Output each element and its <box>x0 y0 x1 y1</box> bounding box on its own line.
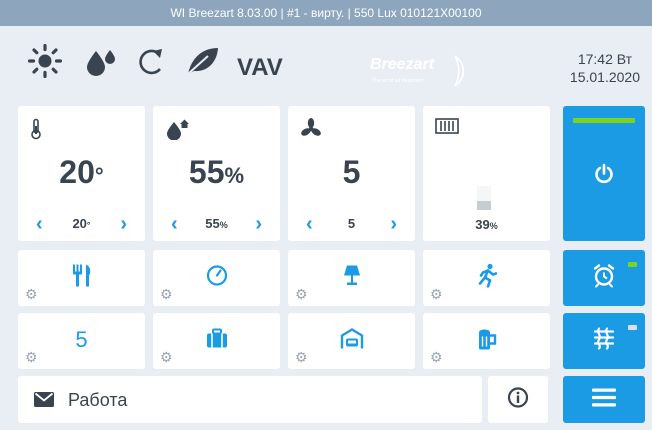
info-icon <box>507 386 529 413</box>
gear-icon[interactable]: ⚙ <box>295 287 308 301</box>
logo-tagline: The art of air treatment <box>372 78 423 84</box>
status-message-bar[interactable]: Работа <box>18 376 482 423</box>
vav-button[interactable]: VAV <box>237 54 283 82</box>
scene-tile-restaurant[interactable]: ⚙ <box>18 250 145 306</box>
beer-icon <box>476 327 498 356</box>
top-bar: VAV Breezart The art of air treatment 17… <box>0 26 652 104</box>
clock-time: 17:42 Вт <box>577 51 633 67</box>
lamp-icon <box>343 265 361 292</box>
scene-tile-speed[interactable]: 5 ⚙ <box>18 313 145 369</box>
power-button[interactable] <box>563 106 645 241</box>
filter-level-bar <box>477 186 491 210</box>
menu-button[interactable] <box>563 376 645 423</box>
gear-icon[interactable]: ⚙ <box>295 350 308 364</box>
humidity-card[interactable]: 55% ‹ 55% › <box>153 106 280 241</box>
gear-icon[interactable]: ⚙ <box>25 287 38 301</box>
clock-date: 15.01.2020 <box>569 69 640 85</box>
scene-tile-beer[interactable]: ⚙ <box>423 313 550 369</box>
brand-logo: Breezart The art of air treatment <box>370 54 480 90</box>
restaurant-icon <box>71 264 93 293</box>
running-icon <box>477 263 497 293</box>
filter-card[interactable]: 39% <box>423 106 550 241</box>
scene-tile-lamp[interactable]: ⚙ <box>288 250 415 306</box>
temperature-card[interactable]: 20° ‹ 20° › <box>18 106 145 241</box>
filter-icon <box>435 118 459 139</box>
fan-icon <box>300 118 322 145</box>
humidity-home-icon <box>165 118 189 145</box>
logo-text: Breezart <box>370 56 435 73</box>
info-button[interactable] <box>488 376 548 423</box>
mode-button[interactable] <box>563 313 645 369</box>
menu-icon <box>592 387 616 412</box>
fan-speed-stepper[interactable]: ‹ 5 › <box>288 214 415 234</box>
mode-indicator <box>628 325 637 330</box>
sail-icon <box>454 55 465 87</box>
thermometer-icon <box>30 118 42 145</box>
alarm-clock-icon <box>592 264 616 293</box>
alarm-indicator <box>628 262 637 267</box>
humidity-stepper[interactable]: ‹ 55% › <box>153 214 280 234</box>
temperature-stepper[interactable]: ‹ 20° › <box>18 214 145 234</box>
gear-icon[interactable]: ⚙ <box>25 350 38 364</box>
temperature-value: 20° <box>59 154 104 190</box>
power-status-bar <box>573 118 635 123</box>
window-title: WI Breezart 8.03.00 | #1 - вирту. | 550 … <box>0 0 652 26</box>
gear-icon[interactable]: ⚙ <box>160 287 173 301</box>
humidity-value: 55% <box>188 154 245 190</box>
filter-level-label: 39% <box>475 217 498 232</box>
gear-icon[interactable]: ⚙ <box>160 350 173 364</box>
status-message-text: Работа <box>68 390 128 410</box>
humidity-increase-button[interactable]: › <box>255 214 262 234</box>
temperature-increase-button[interactable]: › <box>120 214 127 234</box>
radiator-icon <box>592 327 616 356</box>
scene-tile-timer[interactable]: ⚙ <box>153 250 280 306</box>
fan-speed-card[interactable]: 5 ‹ 5 › <box>288 106 415 241</box>
fan-speed-value: 5 <box>342 154 361 190</box>
scene-tile-garage[interactable]: ⚙ <box>288 313 415 369</box>
leaf-icon[interactable] <box>184 44 220 83</box>
envelope-icon <box>34 392 54 412</box>
humidity-icon[interactable] <box>84 44 118 83</box>
suitcase-icon <box>206 328 228 354</box>
gear-icon[interactable]: ⚙ <box>430 350 443 364</box>
scene-tile-running[interactable]: ⚙ <box>423 250 550 306</box>
timer-icon <box>206 265 228 292</box>
fan-speed-increase-button[interactable]: › <box>390 214 397 234</box>
scene-tile-suitcase[interactable]: ⚙ <box>153 313 280 369</box>
alarm-button[interactable] <box>563 250 645 306</box>
recirculation-icon[interactable] <box>134 44 166 83</box>
garage-icon <box>340 328 364 355</box>
clock: 17:42 Вт 15.01.2020 <box>570 50 640 86</box>
sun-icon[interactable] <box>27 43 63 83</box>
gear-icon[interactable]: ⚙ <box>430 287 443 301</box>
power-icon <box>594 163 614 189</box>
filter-level-fill <box>477 200 491 210</box>
